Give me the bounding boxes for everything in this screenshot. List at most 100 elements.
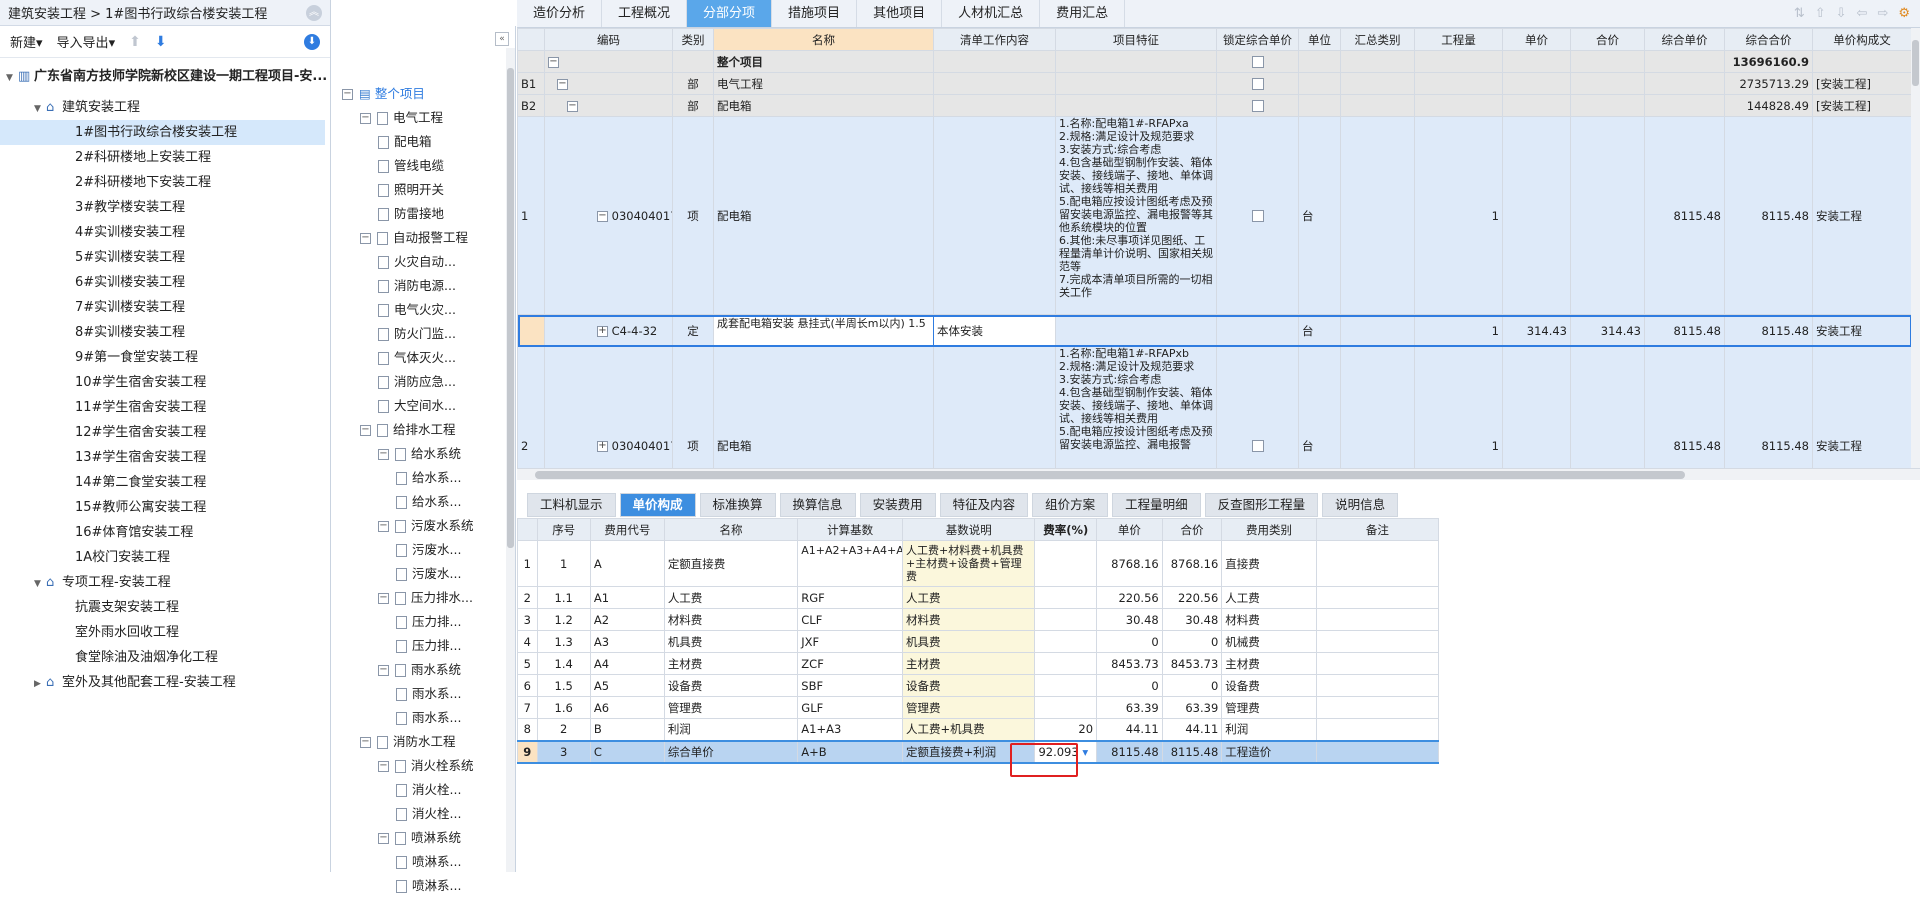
collapse-icon[interactable]: − <box>360 113 371 124</box>
cell-desc[interactable]: 管理费 <box>901 696 1036 719</box>
tab-6[interactable]: 费用汇总 <box>1040 0 1126 27</box>
cell-seq[interactable]: 2 <box>536 718 591 741</box>
cell-cat[interactable]: 机械费 <box>1221 630 1317 653</box>
cell-cat[interactable]: 工程造价 <box>1221 739 1317 764</box>
tree-item[interactable]: 8#实训楼安装工程 <box>0 320 325 345</box>
tree-node[interactable]: 管线电缆 <box>378 154 444 178</box>
dropdown-arrow-icon[interactable]: ▾ <box>1079 745 1088 759</box>
cell-seq[interactable]: 1.2 <box>536 608 591 631</box>
tree-item[interactable]: 抗震支架安装工程 <box>0 595 325 620</box>
tree-node[interactable]: − 消防水工程 <box>360 730 456 754</box>
cell-rate[interactable] <box>1034 540 1098 587</box>
column-header[interactable]: 备注 <box>1315 518 1440 541</box>
new-button[interactable]: 新建▾ <box>10 32 43 51</box>
cell-price[interactable]: 0 <box>1096 630 1163 653</box>
cell-base[interactable]: A1+A3 <box>797 718 903 741</box>
tree-node[interactable]: 大空间水... <box>378 394 456 418</box>
cell-rate[interactable] <box>1034 586 1098 609</box>
collapse-icon[interactable]: − <box>360 737 371 748</box>
arrow-up-icon[interactable]: ⇧ <box>1815 0 1826 27</box>
cell-cat[interactable]: 直接费 <box>1221 540 1317 587</box>
column-header[interactable]: 项目特征 <box>1055 28 1217 51</box>
cell-code[interactable]: C <box>589 739 665 764</box>
column-header[interactable]: 费率(%) <box>1034 518 1098 541</box>
tree-item[interactable]: 室外雨水回收工程 <box>0 620 325 645</box>
cell-base[interactable]: RGF <box>797 586 903 609</box>
column-header[interactable]: 名称 <box>663 518 799 541</box>
collapse-icon[interactable]: − <box>548 56 559 68</box>
cell-amount[interactable]: 0 <box>1161 674 1223 697</box>
tree-item[interactable]: 16#体育馆安装工程 <box>0 520 325 545</box>
cell-amount[interactable]: 8453.73 <box>1161 652 1223 675</box>
cell-cat[interactable]: 主材费 <box>1221 652 1317 675</box>
cell-base[interactable]: ZCF <box>797 652 903 675</box>
cell-note[interactable] <box>1315 739 1440 764</box>
cell-cat[interactable]: 利润 <box>1221 718 1317 741</box>
column-header[interactable]: 单价 <box>1096 518 1163 541</box>
cell-code[interactable]: C4-4-32 <box>612 324 658 338</box>
tree-node[interactable]: 压力排... <box>396 610 461 634</box>
cell-amount[interactable]: 63.39 <box>1161 696 1223 719</box>
cell-price[interactable]: 30.48 <box>1096 608 1163 631</box>
cell-amount[interactable]: 44.11 <box>1161 718 1223 741</box>
tree-node[interactable]: 雨水系... <box>396 682 461 706</box>
cell-name[interactable]: 管理费 <box>663 696 799 719</box>
cell-code[interactable]: A3 <box>589 630 665 653</box>
cell-price[interactable]: 0 <box>1096 674 1163 697</box>
cell-code[interactable]: A <box>589 540 665 587</box>
table-row[interactable]: 2 + 030404017002 项 配电箱 1.名称:配电箱1#-RFAPxb… <box>517 346 1911 468</box>
column-header[interactable]: 单价 <box>1502 28 1571 51</box>
tree-node[interactable]: − 自动报警工程 <box>360 226 468 250</box>
tree-node[interactable]: 消火栓... <box>396 778 461 802</box>
cell-note[interactable] <box>1315 696 1440 719</box>
tree-node[interactable]: 给水系... <box>396 490 461 514</box>
cell-base[interactable]: GLF <box>797 696 903 719</box>
tree-node[interactable]: − 喷淋系统 <box>378 826 461 850</box>
cell-code[interactable]: A5 <box>589 674 665 697</box>
cell-desc[interactable]: 材料费 <box>901 608 1036 631</box>
collapse-icon[interactable]: − <box>378 449 389 460</box>
tab-2[interactable]: 分部分项 <box>687 0 773 27</box>
cell-base[interactable]: A+B <box>797 739 903 764</box>
cell-note[interactable] <box>1315 586 1440 609</box>
move-down-icon[interactable]: ⬇ <box>155 34 167 50</box>
cell-qty[interactable]: 1 <box>1414 116 1503 315</box>
cell-name[interactable]: 成套配电箱安装 悬挂式(半周长m以内) 1.5 <box>713 314 934 347</box>
cell-code[interactable]: 030404017001 <box>612 209 672 223</box>
collapse-icon[interactable]: − <box>378 665 389 676</box>
cell-feature[interactable]: 1.名称:配电箱1#-RFAPxb 2.规格:满足设计及规范要求 3.安装方式:… <box>1055 346 1217 468</box>
expand-icon[interactable]: ▼ <box>6 66 18 89</box>
cell-base[interactable]: A1+A2+A3+A4+A5+A6 <box>797 540 903 587</box>
top-hscroll[interactable] <box>517 468 1920 480</box>
bottom-tab-8[interactable]: 反查图形工程量 <box>1204 493 1319 517</box>
cell-amount[interactable]: 220.56 <box>1161 586 1223 609</box>
tree-node[interactable]: 给水系... <box>396 466 461 490</box>
cell-name[interactable]: 机具费 <box>663 630 799 653</box>
tab-1[interactable]: 工程概况 <box>602 0 688 27</box>
tab-5[interactable]: 人材机汇总 <box>942 0 1041 27</box>
cell-seq[interactable]: 3 <box>536 739 591 764</box>
column-header[interactable]: 费用代号 <box>589 518 665 541</box>
cell-name[interactable]: 配电箱 <box>713 94 934 117</box>
arrow-right-icon[interactable]: ⇨ <box>1877 0 1888 27</box>
table-row[interactable]: 11A定额直接费A1+A2+A3+A4+A5+A6人工费+材料费+机具费+主材费… <box>517 540 1440 587</box>
cell-qty[interactable]: 1 <box>1414 314 1503 347</box>
tree-node[interactable]: 污废水... <box>396 538 461 562</box>
cell-desc[interactable]: 人工费+机具费 <box>901 718 1036 741</box>
cell-price[interactable]: 63.39 <box>1096 696 1163 719</box>
tree-node[interactable]: 防火门监... <box>378 322 456 346</box>
expand-icon[interactable]: + <box>597 440 608 452</box>
arrow-left-icon[interactable]: ⇦ <box>1857 0 1868 27</box>
collapse-icon[interactable]: − <box>567 100 578 112</box>
column-header[interactable]: 合价 <box>1570 28 1645 51</box>
cell-base[interactable]: SBF <box>797 674 903 697</box>
collapse-up-icon[interactable]: ︽ <box>306 4 322 21</box>
collapse-icon[interactable]: − <box>597 210 608 222</box>
tree-item[interactable]: ▶ ⌂ 室外及其他配套工程-安装工程 <box>0 670 325 695</box>
cell-desc[interactable]: 主材费 <box>901 652 1036 675</box>
cell-code[interactable]: A2 <box>589 608 665 631</box>
table-row[interactable]: − 整个项目 13696160.9 <box>517 50 1911 73</box>
cell-name[interactable]: 综合单价 <box>663 739 799 764</box>
cell-qty[interactable]: 1 <box>1414 346 1503 468</box>
table-row[interactable]: B1 − 部 电气工程 2735713.29 [安装工程] <box>517 72 1911 95</box>
